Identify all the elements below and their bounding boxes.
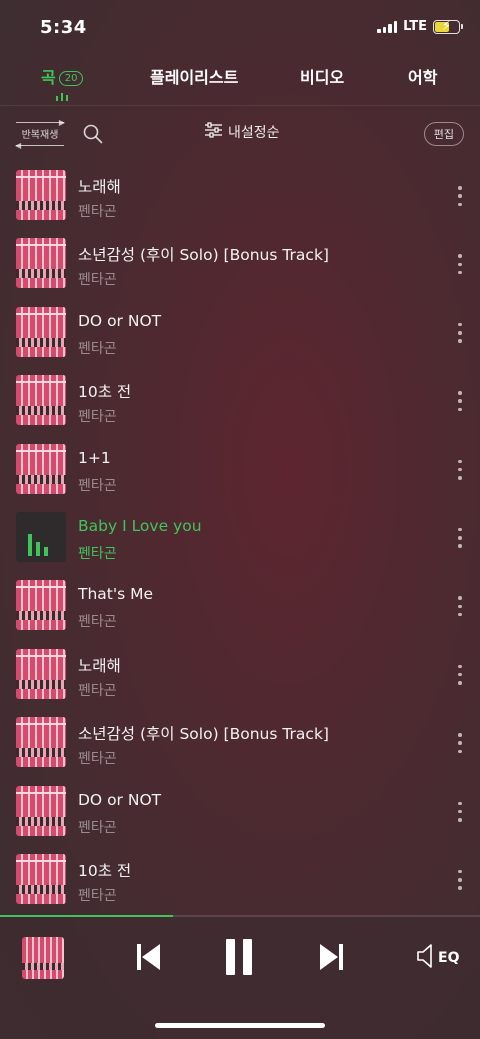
- song-row[interactable]: 10초 전 펜타곤: [0, 365, 480, 433]
- tab-songs-count: 20: [58, 71, 84, 86]
- mini-player: EQ: [0, 917, 480, 1039]
- search-icon[interactable]: [82, 123, 104, 145]
- player-album-art[interactable]: [22, 937, 64, 979]
- song-artist: 펜타곤: [78, 819, 117, 836]
- album-art: [16, 648, 66, 699]
- eq-button[interactable]: EQ: [416, 943, 464, 973]
- song-row[interactable]: DO or NOT 펜타곤: [0, 297, 480, 365]
- album-art: [16, 580, 66, 631]
- previous-track-icon[interactable]: [134, 941, 164, 973]
- tab-songs-label: 곡: [41, 68, 56, 87]
- song-title: 소년감성 (후이 Solo) [Bonus Track]: [78, 246, 329, 265]
- signal-icon: [377, 20, 398, 33]
- category-tabs: 곡 20 플레이리스트 비디오 어학: [0, 58, 480, 106]
- song-title: 10초 전: [78, 383, 132, 402]
- song-title: 10초 전: [78, 861, 132, 880]
- song-artist: 펜타곤: [78, 272, 117, 289]
- song-title: 소년감성 (후이 Solo) [Bonus Track]: [78, 725, 329, 744]
- album-art: [16, 170, 66, 220]
- album-art: [16, 785, 66, 836]
- playing-indicator-icon: [56, 93, 68, 101]
- song-row[interactable]: That's Me 펜타곤: [0, 570, 480, 638]
- more-vertical-icon[interactable]: [456, 664, 464, 685]
- song-artist: 펜타곤: [78, 204, 117, 220]
- song-artist: 펜타곤: [78, 614, 117, 631]
- album-art: [16, 853, 66, 904]
- song-row[interactable]: 10초 전 펜타곤: [0, 844, 480, 912]
- song-row-now-playing[interactable]: Baby I Love you 펜타곤: [0, 502, 480, 570]
- more-vertical-icon[interactable]: [456, 596, 464, 617]
- sort-sliders-icon: [205, 122, 222, 142]
- more-vertical-icon[interactable]: [456, 527, 464, 548]
- song-artist: 펜타곤: [78, 409, 117, 426]
- more-vertical-icon[interactable]: [456, 733, 464, 754]
- list-toolbar: ▶ 반복재생 ◀ 내설정순 편집: [0, 114, 480, 154]
- battery-icon: ⚡: [433, 19, 463, 34]
- album-art: [16, 717, 66, 768]
- song-list: 노래해 펜타곤 소년감성 (후이 Solo) [Bonus Track] 펜타곤…: [0, 160, 480, 912]
- status-indicators: LTE ⚡: [377, 19, 463, 34]
- song-row[interactable]: 노래해 펜타곤: [0, 639, 480, 707]
- album-art: [16, 238, 66, 289]
- more-vertical-icon[interactable]: [456, 391, 464, 412]
- song-row[interactable]: 1+1 펜타곤: [0, 434, 480, 502]
- song-row[interactable]: DO or NOT 펜타곤: [0, 776, 480, 844]
- equalizer-icon: [28, 533, 48, 556]
- more-vertical-icon[interactable]: [456, 186, 464, 206]
- sort-button[interactable]: 내설정순: [205, 122, 280, 142]
- song-artist: 펜타곤: [78, 545, 117, 562]
- status-time: 5:34: [40, 17, 87, 38]
- song-artist: 펜타곤: [78, 682, 117, 699]
- song-row[interactable]: 노래해 펜타곤: [0, 160, 480, 228]
- song-title: DO or NOT: [78, 311, 162, 330]
- song-title: 노래해: [78, 178, 121, 196]
- speaker-icon: [416, 943, 436, 973]
- song-title: 노래해: [78, 656, 121, 675]
- album-art: [16, 375, 66, 426]
- home-indicator[interactable]: [155, 1023, 325, 1028]
- sort-label: 내설정순: [228, 125, 280, 141]
- status-bar: 5:34 LTE ⚡: [0, 0, 480, 56]
- song-title: DO or NOT: [78, 790, 162, 809]
- song-row[interactable]: 소년감성 (후이 Solo) [Bonus Track] 펜타곤: [0, 228, 480, 296]
- song-row[interactable]: 소년감성 (후이 Solo) [Bonus Track] 펜타곤: [0, 707, 480, 775]
- album-art: [16, 306, 66, 357]
- tab-playlist[interactable]: 플레이리스트: [150, 64, 238, 88]
- more-vertical-icon[interactable]: [456, 801, 464, 822]
- eq-label: EQ: [438, 950, 460, 966]
- tab-language[interactable]: 어학: [408, 64, 437, 88]
- tab-songs[interactable]: 곡 20: [41, 64, 84, 88]
- more-vertical-icon[interactable]: [456, 322, 464, 343]
- song-title: That's Me: [78, 585, 154, 604]
- repeat-button[interactable]: ▶ 반복재생 ◀: [15, 116, 66, 150]
- tab-video[interactable]: 비디오: [300, 64, 344, 88]
- more-vertical-icon[interactable]: [456, 459, 464, 480]
- song-artist: 펜타곤: [78, 751, 117, 768]
- repeat-label: 반복재생: [21, 130, 59, 141]
- edit-button[interactable]: 편집: [423, 122, 464, 146]
- song-artist: 펜타곤: [78, 340, 117, 357]
- album-art-playing: [16, 511, 66, 562]
- network-label: LTE: [403, 19, 427, 34]
- next-track-icon[interactable]: [316, 941, 346, 973]
- more-vertical-icon[interactable]: [456, 869, 464, 890]
- pause-icon[interactable]: [222, 937, 256, 977]
- song-artist: 펜타곤: [78, 887, 117, 904]
- song-title: 1+1: [78, 448, 111, 467]
- album-art: [16, 443, 66, 494]
- more-vertical-icon[interactable]: [456, 254, 464, 275]
- song-artist: 펜타곤: [78, 477, 117, 494]
- song-title: Baby I Love you: [78, 516, 202, 535]
